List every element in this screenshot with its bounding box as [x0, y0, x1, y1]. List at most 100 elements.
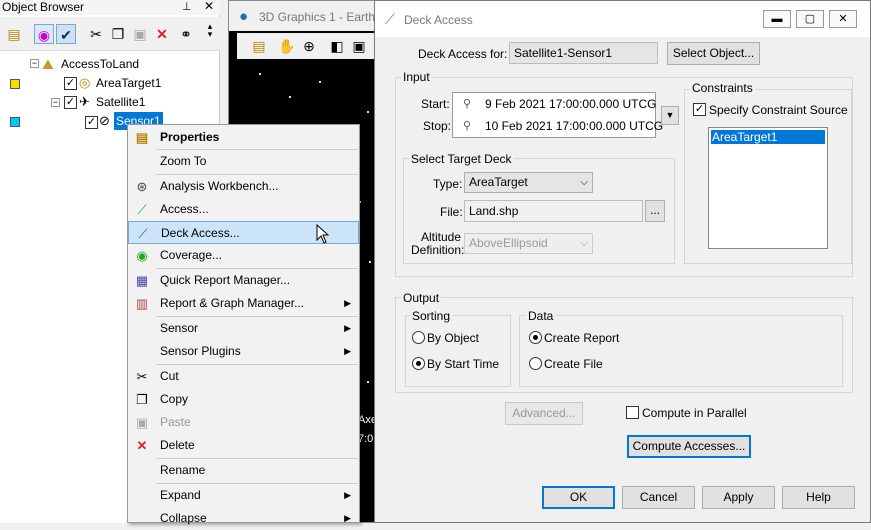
sensor-checkbox[interactable]: ✓ [85, 116, 98, 129]
constraint-source-list[interactable]: AreaTarget1 [708, 127, 828, 249]
file-label: File: [440, 205, 463, 219]
menu-item-rename[interactable]: Rename [128, 459, 359, 482]
pan-hand-icon[interactable]: ✋ [277, 36, 297, 56]
close-button[interactable]: ✕ [829, 10, 857, 28]
menu-label: Paste [160, 415, 191, 429]
menu-label: Sensor [160, 321, 199, 335]
zoom-icon[interactable]: ⊕ [299, 36, 319, 56]
file-field[interactable]: Land.shp [464, 200, 643, 222]
submenu-arrow-icon: ▶ [344, 490, 351, 500]
menu-item-expand[interactable]: Expand ▶ [128, 484, 359, 507]
compute-in-parallel-label: Compute in Parallel [642, 406, 747, 420]
tree-item-scenario[interactable]: AccessToLand [61, 55, 139, 73]
menu-item-quick-report[interactable]: ▦ Quick Report Manager... [128, 269, 359, 292]
stop-time-icon[interactable]: ⚲ [463, 119, 471, 132]
apply-button[interactable]: Apply [702, 486, 775, 509]
snapshot-icon[interactable]: ▣ [349, 36, 369, 56]
menu-label: Report & Graph Manager... [160, 296, 305, 310]
type-select-value: AreaTarget [469, 175, 528, 189]
menu-label: Properties [160, 130, 220, 144]
select-object-button[interactable]: Select Object... [667, 42, 760, 65]
compute-in-parallel-checkbox[interactable] [626, 406, 639, 419]
copy-icon: ❐ [136, 392, 148, 407]
stop-time-value[interactable]: 10 Feb 2021 17:00:00.000 UTCG [485, 119, 663, 133]
specify-constraint-source-checkbox[interactable]: ✓ [693, 103, 706, 116]
menu-label: Coverage... [160, 248, 223, 262]
altitude-definition-select[interactable]: AboveEllipsoid ⌵ [464, 233, 593, 254]
altitude-select-value: AboveEllipsoid [469, 236, 548, 250]
tree-item-satellite[interactable]: Satellite1 [96, 93, 145, 111]
menu-label: Rename [160, 463, 206, 477]
collapse-root-icon[interactable]: − [30, 59, 39, 68]
by-start-time-radio[interactable] [412, 357, 425, 370]
stop-label: Stop: [423, 119, 452, 133]
menu-item-delete[interactable]: ✕ Delete [128, 434, 359, 457]
start-time-icon[interactable]: ⚲ [463, 97, 471, 110]
compute-accesses-button[interactable]: Compute Accesses... [627, 435, 751, 458]
toolbar-overflow-icon[interactable]: ▴ ▾ [200, 22, 220, 42]
context-menu: ▤ Properties Zoom To ⊛ Analysis Workbenc… [127, 124, 360, 525]
delete-toolbar-icon[interactable]: ✕ [152, 24, 172, 44]
delete-icon: ✕ [136, 438, 148, 453]
time-dropdown-button[interactable]: ▼ [661, 106, 679, 125]
start-time-value[interactable]: 9 Feb 2021 17:00:00.000 UTCG [485, 97, 656, 111]
menu-label: Delete [160, 438, 195, 452]
menu-item-collapse[interactable]: Collapse ▶ [128, 507, 359, 530]
create-file-radio[interactable] [529, 357, 542, 370]
altitude-label-line2: Definition: [411, 243, 465, 257]
menu-item-sensor-plugins[interactable]: Sensor Plugins ▶ [128, 340, 359, 363]
type-select[interactable]: AreaTarget ⌵ [464, 172, 593, 193]
graphics-toolbar: ▤ ✋ ⊕ ◧ ▣ [237, 33, 379, 59]
chevron-down-icon: ⌵ [580, 177, 588, 188]
pin-icon[interactable]: ⊥ [182, 0, 192, 13]
specify-constraint-source-label: Specify Constraint Source [709, 103, 848, 117]
color-wheel-icon[interactable]: ◉ [34, 24, 54, 44]
menu-item-analysis-workbench[interactable]: ⊛ Analysis Workbench... [128, 175, 359, 198]
menu-item-copy[interactable]: ❐ Copy [128, 388, 359, 411]
submenu-arrow-icon: ▶ [344, 323, 351, 333]
cut-toolbar-icon[interactable]: ✂ [86, 24, 106, 44]
maximize-button[interactable]: ▢ [796, 10, 824, 28]
create-report-label: Create Report [544, 331, 620, 345]
cut-icon: ✂ [136, 369, 148, 384]
copy-toolbar-icon[interactable]: ❐ [108, 24, 128, 44]
by-object-radio[interactable] [412, 331, 425, 344]
new-scenario-icon[interactable]: ▤ [4, 24, 24, 44]
deck-access-for-label: Deck Access for: [418, 47, 508, 61]
menu-label: Copy [160, 392, 189, 406]
deck-access-dialog: ⟋ Deck Access ▬ ▢ ✕ Deck Access for: Sat… [374, 0, 871, 523]
menu-item-properties[interactable]: ▤ Properties [128, 126, 359, 149]
area-target-checkbox[interactable]: ✓ [64, 77, 77, 90]
paste-toolbar-icon[interactable]: ▣ [130, 24, 150, 44]
help-button[interactable]: Help [782, 486, 855, 509]
menu-item-zoom-to[interactable]: Zoom To [128, 150, 359, 173]
create-report-radio[interactable] [529, 331, 542, 344]
browse-file-button[interactable]: ... [645, 200, 665, 222]
advanced-button[interactable]: Advanced... [505, 402, 583, 425]
area-target-color-marker [10, 79, 20, 89]
area-target-icon: ◎ [79, 75, 91, 90]
menu-label: Deck Access... [161, 226, 240, 240]
start-label: Start: [421, 97, 450, 111]
menu-item-access[interactable]: ⟋ Access... [128, 198, 359, 221]
ok-button[interactable]: OK [542, 486, 615, 509]
menu-item-coverage[interactable]: ◉ Coverage... [128, 244, 359, 267]
menu-item-paste[interactable]: ▣ Paste [128, 411, 359, 434]
type-label: Type: [433, 177, 463, 191]
find-binoculars-icon[interactable]: ⚭ [176, 24, 196, 44]
view-object-icon[interactable]: ◧ [327, 36, 347, 56]
list-item[interactable]: AreaTarget1 [711, 130, 825, 144]
collapse-satellite-icon[interactable]: − [51, 98, 60, 107]
minimize-button[interactable]: ▬ [763, 10, 791, 28]
cancel-button[interactable]: Cancel [622, 486, 695, 509]
checkmark-icon[interactable]: ✔ [56, 24, 76, 44]
menu-label: Sensor Plugins [160, 344, 241, 358]
satellite-checkbox[interactable]: ✓ [64, 96, 77, 109]
close-icon[interactable]: ✕ [204, 0, 214, 13]
properties-toolbar-icon[interactable]: ▤ [249, 36, 269, 56]
graphics-overlay-time: 7:0 [358, 433, 374, 445]
tree-item-area-target[interactable]: AreaTarget1 [96, 74, 161, 92]
menu-item-cut[interactable]: ✂ Cut [128, 365, 359, 388]
menu-item-report-graph[interactable]: ▥ Report & Graph Manager... ▶ [128, 292, 359, 315]
menu-item-sensor[interactable]: Sensor ▶ [128, 317, 359, 340]
